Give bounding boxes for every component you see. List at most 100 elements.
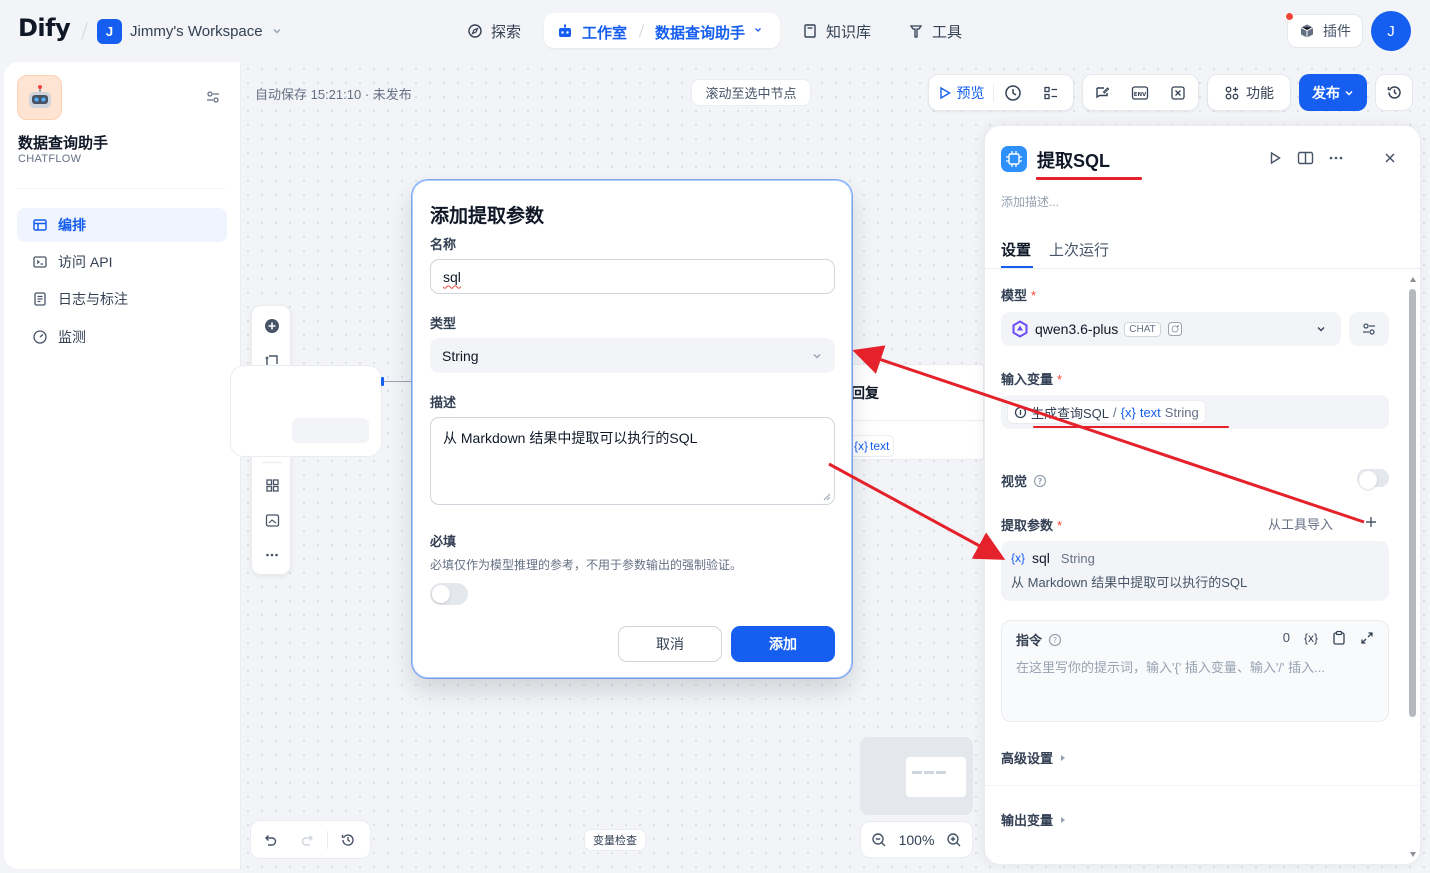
variable-x-icon bbox=[1171, 85, 1185, 100]
more-tools-button[interactable] bbox=[256, 539, 288, 571]
tab-last-run[interactable]: 上次运行 bbox=[1049, 239, 1109, 260]
param-name: sql bbox=[1032, 550, 1050, 566]
nav-app-crumb[interactable]: 数据查询助手 bbox=[655, 22, 745, 43]
param-desc-textarea[interactable]: 从 Markdown 结果中提取可以执行的SQL bbox=[430, 417, 835, 505]
more-icon bbox=[266, 553, 278, 557]
app-name: 数据查询助手 bbox=[18, 135, 109, 152]
chevron-down-icon bbox=[813, 353, 821, 358]
node-title[interactable]: 提取SQL bbox=[1037, 147, 1110, 173]
book-icon bbox=[804, 24, 816, 38]
env-icon: ENV bbox=[1131, 85, 1149, 100]
workflow-node-left[interactable] bbox=[230, 365, 382, 457]
clipboard-icon[interactable] bbox=[1332, 630, 1346, 645]
more-icon[interactable] bbox=[1328, 150, 1344, 166]
advanced-settings-toggle[interactable]: 高级设置 bbox=[1001, 748, 1067, 767]
nav-tools[interactable]: 工具 bbox=[898, 14, 972, 48]
zoom-out-icon[interactable] bbox=[871, 832, 887, 848]
input-variable-selector[interactable]: 生成查询SQL / {x} text String bbox=[1001, 395, 1389, 429]
chevron-down-icon[interactable] bbox=[753, 25, 763, 35]
close-icon[interactable] bbox=[1383, 151, 1397, 165]
add-description-input[interactable]: 添加描述... bbox=[1001, 193, 1059, 210]
node-handle[interactable] bbox=[381, 377, 384, 386]
layout-icon bbox=[33, 219, 47, 231]
image-frame-icon bbox=[265, 513, 279, 527]
model-mode-badge: CHAT bbox=[1124, 321, 1161, 337]
features-button[interactable]: 功能 bbox=[1207, 74, 1291, 111]
robot-icon bbox=[559, 24, 571, 37]
book-open-icon[interactable] bbox=[1297, 150, 1314, 166]
minimap-toggle-button[interactable] bbox=[256, 504, 288, 536]
undo-button[interactable] bbox=[251, 821, 289, 858]
instruction-label: 指令 bbox=[1016, 633, 1043, 648]
model-params-button[interactable] bbox=[1349, 312, 1389, 346]
run-history-button[interactable] bbox=[994, 75, 1032, 110]
global-var-button[interactable] bbox=[1159, 75, 1197, 110]
hammer-icon bbox=[909, 25, 923, 38]
help-icon[interactable]: ? bbox=[1033, 474, 1047, 488]
vision-label: 视觉 ? bbox=[1001, 471, 1047, 490]
apps-icon bbox=[1225, 86, 1239, 99]
zoom-in-icon[interactable] bbox=[946, 832, 962, 848]
organize-nodes-button[interactable] bbox=[256, 469, 288, 501]
input-variable-chip[interactable]: 生成查询SQL / {x} text String bbox=[1007, 400, 1206, 424]
notification-dot bbox=[1285, 12, 1294, 21]
workflow-node-answer[interactable]: 回复 {x} text bbox=[836, 364, 985, 460]
param-name-input[interactable]: sql bbox=[430, 259, 835, 294]
scroll-down-icon[interactable] bbox=[1409, 851, 1417, 858]
output-vars-toggle[interactable]: 输出变量 bbox=[1001, 810, 1067, 829]
cancel-button[interactable]: 取消 bbox=[618, 626, 722, 662]
variable-icon: {x} bbox=[1011, 551, 1026, 565]
menu-api[interactable]: 访问 API bbox=[17, 245, 227, 279]
redo-button[interactable] bbox=[289, 821, 327, 858]
checklist-button[interactable] bbox=[1032, 75, 1070, 110]
panel-scrollbar[interactable] bbox=[1409, 289, 1416, 717]
dify-logo[interactable]: Dify bbox=[18, 14, 71, 42]
expand-icon[interactable] bbox=[1360, 631, 1374, 645]
instruction-editor[interactable]: 指令 ? 0 {x} 在这里写你的提示词，输入'{' 插入变量、输入'/' 插入… bbox=[1001, 620, 1389, 722]
tab-settings[interactable]: 设置 bbox=[1001, 239, 1031, 260]
resize-handle-icon[interactable] bbox=[823, 493, 831, 501]
answer-node-title: 回复 bbox=[851, 385, 879, 401]
scroll-to-node-button[interactable]: 滚动至选中节点 bbox=[691, 79, 811, 106]
version-history-button[interactable] bbox=[1375, 74, 1413, 111]
add-node-button[interactable] bbox=[256, 310, 288, 342]
annotation-underline-input bbox=[1033, 426, 1229, 428]
menu-monitor[interactable]: 监测 bbox=[17, 320, 227, 354]
param-type-select[interactable]: String bbox=[430, 338, 835, 373]
env-var-button[interactable]: ENV bbox=[1121, 75, 1159, 110]
qwen-logo-icon bbox=[1012, 320, 1028, 338]
preview-button[interactable]: 预览 bbox=[929, 75, 993, 110]
nav-studio[interactable]: 工作室 bbox=[582, 22, 627, 43]
history-icon bbox=[1387, 86, 1401, 99]
variable-inspect-button[interactable]: 变量检查 bbox=[584, 829, 646, 851]
publish-button[interactable]: 发布 bbox=[1299, 74, 1367, 111]
model-selector[interactable]: qwen3.6-plus CHAT bbox=[1001, 312, 1341, 346]
conversation-var-button[interactable] bbox=[1083, 75, 1121, 110]
plus-icon[interactable] bbox=[1364, 515, 1378, 529]
svg-text:?: ? bbox=[1038, 477, 1043, 486]
menu-logs[interactable]: 日志与标注 bbox=[17, 282, 227, 316]
vision-toggle[interactable] bbox=[1357, 469, 1389, 489]
sidebar-collapse-icon[interactable] bbox=[205, 89, 221, 105]
param-list-item[interactable]: {x} sql String 从 Markdown 结果中提取可以执行的SQL bbox=[1001, 541, 1389, 601]
zoom-level[interactable]: 100% bbox=[899, 832, 935, 848]
import-from-tool-link[interactable]: 从工具导入 bbox=[1268, 514, 1333, 533]
minimap[interactable] bbox=[860, 737, 973, 815]
change-history-button[interactable] bbox=[328, 821, 368, 858]
nav-knowledge[interactable]: 知识库 bbox=[792, 14, 881, 48]
help-icon[interactable]: ? bbox=[1048, 633, 1062, 647]
annotation-underline-title bbox=[1036, 177, 1142, 180]
required-toggle[interactable] bbox=[430, 583, 468, 605]
insert-variable-icon[interactable]: {x} bbox=[1304, 631, 1318, 645]
add-button[interactable]: 添加 bbox=[731, 626, 835, 662]
workspace-switcher[interactable]: J Jimmy's Workspace bbox=[97, 18, 283, 44]
nav-studio-active[interactable]: 工作室 数据查询助手 bbox=[544, 13, 780, 48]
user-avatar[interactable]: J bbox=[1371, 11, 1411, 51]
run-node-icon[interactable] bbox=[1267, 150, 1283, 166]
nav-explore[interactable]: 探索 bbox=[457, 14, 531, 48]
menu-orchestrate[interactable]: 编排 bbox=[17, 208, 227, 242]
workspace-name: Jimmy's Workspace bbox=[130, 22, 263, 40]
plugins-button[interactable]: 插件 bbox=[1287, 14, 1363, 48]
scroll-up-icon[interactable] bbox=[1409, 276, 1417, 283]
cube-icon bbox=[1300, 24, 1314, 38]
